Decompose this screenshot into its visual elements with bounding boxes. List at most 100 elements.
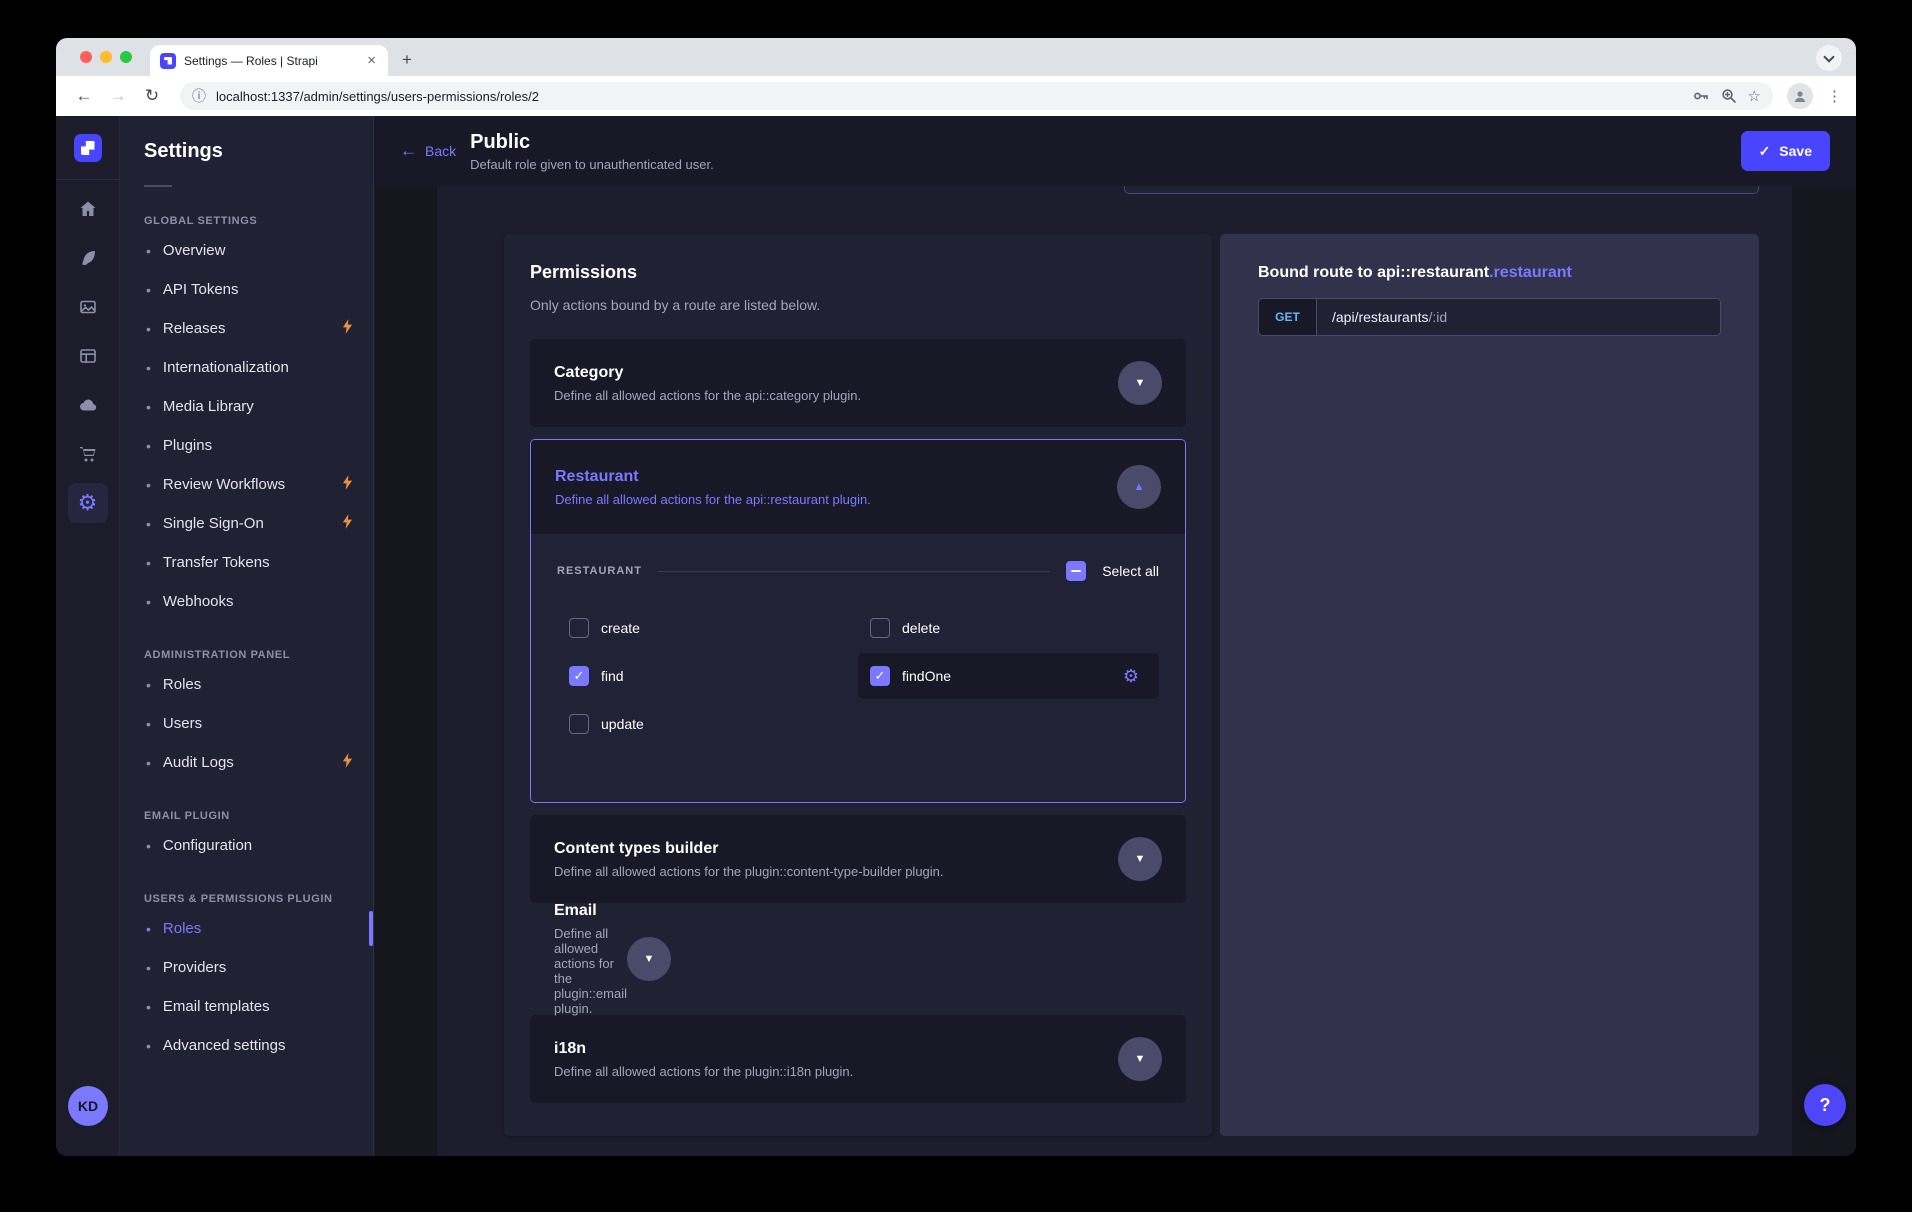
- browser-window: Settings — Roles | Strapi × + ← → ↻ ⓘ lo…: [56, 38, 1856, 1156]
- nav-item-providers[interactable]: •Providers: [120, 948, 373, 987]
- site-info-icon[interactable]: ⓘ: [192, 86, 206, 106]
- back-link[interactable]: ← Back: [400, 141, 456, 161]
- nav-item-single-sign-on[interactable]: •Single Sign-On: [120, 504, 373, 543]
- nav-item-internationalization[interactable]: •Internationalization: [120, 348, 373, 387]
- route-settings-gear-icon[interactable]: ⚙: [1123, 667, 1139, 685]
- section-global-settings: GLOBAL SETTINGS: [144, 215, 373, 227]
- select-all-label: Select all: [1102, 563, 1159, 579]
- nav-item-media-library[interactable]: •Media Library: [120, 387, 373, 426]
- feather-icon: [78, 248, 98, 268]
- browser-menu-icon[interactable]: ⋮: [1827, 87, 1842, 105]
- expand-toggle-button[interactable]: ▼: [1118, 837, 1162, 881]
- scroll-area[interactable]: Permissions Only actions bound by a rout…: [374, 186, 1856, 1156]
- action-create[interactable]: ✓ create: [557, 604, 858, 652]
- close-window-button[interactable]: [80, 51, 92, 63]
- nav-item-transfer-tokens[interactable]: •Transfer Tokens: [120, 543, 373, 582]
- accordion-restaurant-expanded: Restaurant Define all allowed actions fo…: [530, 439, 1186, 803]
- nav-item-releases[interactable]: •Releases: [120, 309, 373, 348]
- zoom-icon[interactable]: [1720, 87, 1738, 105]
- caret-down-icon: ▼: [1135, 377, 1146, 389]
- browser-forward-button[interactable]: →: [104, 86, 132, 106]
- bound-route-panel: Bound route to api::restaurant.restauran…: [1220, 234, 1759, 1136]
- images-icon: [78, 297, 98, 317]
- traffic-lights: [80, 51, 132, 63]
- nav-item-email-templates[interactable]: •Email templates: [120, 987, 373, 1026]
- form-area: Permissions Only actions bound by a rout…: [437, 186, 1792, 1156]
- collapse-toggle-button[interactable]: ▲: [1117, 465, 1161, 509]
- expand-toggle-button[interactable]: ▼: [1118, 1037, 1162, 1081]
- nav-item-up-roles[interactable]: •Roles: [120, 909, 373, 948]
- accordion-content-types-builder[interactable]: Content types builder Define all allowed…: [530, 815, 1186, 903]
- section-administration-panel: ADMINISTRATION PANEL: [144, 649, 373, 661]
- zoom-window-button[interactable]: [120, 51, 132, 63]
- action-find[interactable]: ✓ find: [557, 652, 858, 700]
- password-key-icon[interactable]: [1692, 87, 1710, 105]
- accordion-category[interactable]: Category Define all allowed actions for …: [530, 339, 1186, 427]
- tab-search-button[interactable]: [1816, 45, 1842, 71]
- group-label: RESTAURANT: [557, 565, 642, 577]
- browser-tab[interactable]: Settings — Roles | Strapi ×: [150, 45, 388, 76]
- create-checkbox[interactable]: ✓: [569, 618, 589, 638]
- nav-item-api-tokens[interactable]: •API Tokens: [120, 270, 373, 309]
- accordion-email[interactable]: Email Define all allowed actions for the…: [530, 915, 578, 1003]
- findone-checkbox[interactable]: ✓: [870, 666, 890, 686]
- nav-item-email-configuration[interactable]: •Configuration: [120, 826, 373, 865]
- http-method-badge: GET: [1259, 299, 1317, 335]
- browser-profile-avatar[interactable]: [1787, 83, 1813, 109]
- permissions-panel: Permissions Only actions bound by a rout…: [504, 234, 1212, 1136]
- sidebar-item-marketplace[interactable]: [68, 434, 108, 474]
- route-path: /api/restaurants/:id: [1317, 299, 1720, 335]
- tab-strip: Settings — Roles | Strapi × +: [56, 38, 1856, 76]
- save-button[interactable]: ✓ Save: [1741, 131, 1830, 171]
- lightning-icon: [342, 475, 353, 494]
- content-area: ← Back Public Default role given to unau…: [374, 116, 1856, 1156]
- accordion-i18n[interactable]: i18n Define all allowed actions for the …: [530, 1015, 1186, 1103]
- action-findone[interactable]: ✓ findOne ⚙: [858, 653, 1159, 699]
- new-tab-button[interactable]: +: [402, 50, 412, 70]
- user-avatar[interactable]: KD: [68, 1086, 108, 1126]
- browser-reload-button[interactable]: ↻: [138, 86, 166, 106]
- layout-icon: [78, 346, 98, 366]
- nav-item-admin-users[interactable]: •Users: [120, 704, 373, 743]
- tab-close-icon[interactable]: ×: [365, 52, 378, 69]
- help-button[interactable]: ?: [1804, 1084, 1846, 1126]
- nav-item-admin-roles[interactable]: •Roles: [120, 665, 373, 704]
- nav-item-overview[interactable]: •Overview: [120, 231, 373, 270]
- nav-item-audit-logs[interactable]: •Audit Logs: [120, 743, 373, 782]
- accordion-restaurant-header[interactable]: Restaurant Define all allowed actions fo…: [531, 440, 1185, 534]
- settings-nav-title: Settings: [144, 140, 373, 163]
- cloud-icon: [77, 394, 99, 416]
- sidebar-item-content-type-builder[interactable]: [68, 336, 108, 376]
- find-checkbox[interactable]: ✓: [569, 666, 589, 686]
- nav-item-review-workflows[interactable]: •Review Workflows: [120, 465, 373, 504]
- sidebar-item-media-library[interactable]: [68, 287, 108, 327]
- caret-down-icon: ▼: [1135, 1053, 1146, 1065]
- sidebar-item-settings[interactable]: ⚙: [68, 483, 108, 523]
- url-text[interactable]: localhost:1337/admin/settings/users-perm…: [216, 89, 1682, 104]
- expand-toggle-button[interactable]: ▼: [627, 937, 671, 981]
- sidebar-item-home[interactable]: [68, 189, 108, 229]
- action-update[interactable]: ✓ update: [557, 700, 858, 748]
- nav-item-advanced-settings[interactable]: •Advanced settings: [120, 1026, 373, 1065]
- nav-item-plugins[interactable]: •Plugins: [120, 426, 373, 465]
- update-checkbox[interactable]: ✓: [569, 714, 589, 734]
- bound-route-title: Bound route to api::restaurant.restauran…: [1258, 264, 1721, 282]
- action-delete[interactable]: ✓ delete: [858, 604, 1159, 652]
- lightning-icon: [342, 753, 353, 772]
- active-indicator: [369, 911, 373, 946]
- minimize-window-button[interactable]: [100, 51, 112, 63]
- delete-checkbox[interactable]: ✓: [870, 618, 890, 638]
- sidebar-item-deploy[interactable]: [68, 385, 108, 425]
- address-bar[interactable]: ⓘ localhost:1337/admin/settings/users-pe…: [180, 82, 1773, 110]
- bookmark-star-icon[interactable]: ☆: [1748, 87, 1761, 105]
- sidebar-item-content-manager[interactable]: [68, 238, 108, 278]
- browser-back-button[interactable]: ←: [70, 86, 98, 106]
- caret-down-icon: ▼: [644, 953, 655, 965]
- expand-toggle-button[interactable]: ▼: [1118, 361, 1162, 405]
- nav-item-webhooks[interactable]: •Webhooks: [120, 582, 373, 621]
- select-all-checkbox[interactable]: [1066, 561, 1086, 581]
- chevron-down-icon: [1823, 51, 1834, 62]
- strapi-logo[interactable]: [74, 134, 102, 162]
- page-subtitle: Default role given to unauthenticated us…: [470, 157, 714, 172]
- main-nav-sidebar: ⚙ KD: [56, 116, 120, 1156]
